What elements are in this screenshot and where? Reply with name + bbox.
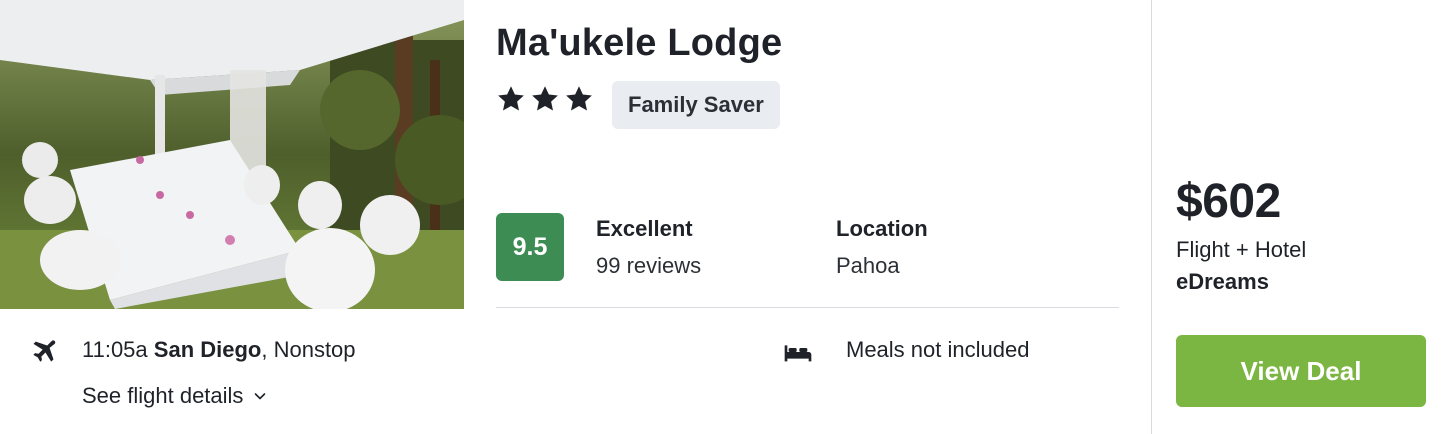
flight-summary: 11:05a San Diego, Nonstop (82, 337, 356, 363)
see-flight-details-label: See flight details (82, 383, 244, 408)
star-icon (532, 86, 558, 111)
hotel-photo[interactable] (0, 0, 464, 309)
hotel-photo-image (0, 0, 464, 309)
flight-stops: , Nonstop (261, 337, 356, 362)
location-value: Pahoa (836, 253, 900, 278)
package-type: Flight + Hotel (1176, 237, 1307, 262)
departure-time: 11:05a (82, 337, 148, 362)
hotel-name[interactable]: Ma'ukele Lodge (496, 22, 782, 65)
deal-provider: eDreams (1176, 269, 1269, 294)
bed-icon (784, 345, 812, 362)
hotel-result-card: Ma'ukele Lodge Family Saver 9.5 Excellen… (0, 0, 1444, 434)
star-icon (498, 86, 524, 111)
meals-info: Meals not included (846, 337, 1030, 362)
deal-price: $602 (1176, 175, 1281, 228)
view-deal-button[interactable]: View Deal (1176, 335, 1426, 407)
plane-icon (33, 340, 56, 362)
family-saver-badge: Family Saver (612, 81, 780, 129)
see-flight-details-link[interactable]: See flight details (82, 383, 267, 409)
rating-score-badge: 9.5 (496, 213, 564, 281)
rating-label: Excellent (596, 216, 693, 241)
location-label: Location (836, 216, 928, 241)
star-rating (496, 84, 594, 114)
section-divider (496, 307, 1119, 308)
departure-city: San Diego (153, 337, 262, 362)
chevron-down-icon (255, 393, 266, 400)
review-count[interactable]: 99 reviews (596, 253, 701, 279)
column-divider (1151, 0, 1152, 434)
star-icon (566, 86, 592, 111)
